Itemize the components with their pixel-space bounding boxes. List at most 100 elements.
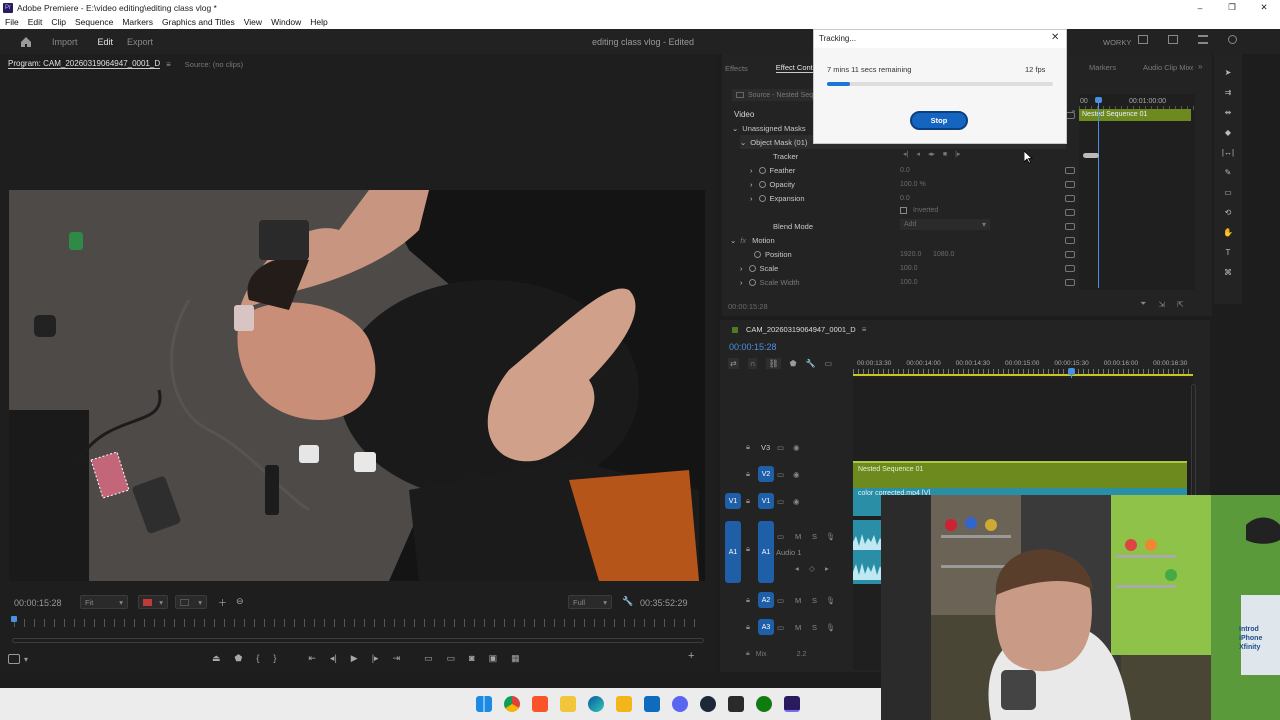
program-scrub-ruler[interactable]	[14, 619, 704, 627]
track-v1-target[interactable]: V1	[758, 493, 774, 509]
blend-mode-dropdown[interactable]: Add ▾	[900, 219, 990, 230]
eye-icon[interactable]: ◉	[793, 497, 800, 506]
scale-value[interactable]: 100.0	[900, 265, 918, 272]
quality-dropdown[interactable]: Full ▾	[568, 595, 612, 609]
insert-icon[interactable]: ▭	[424, 653, 433, 664]
menu-graphics[interactable]: Graphics and Titles	[162, 17, 235, 27]
marker-color-dropdown[interactable]: ▾	[138, 595, 168, 609]
lock-icon[interactable]: 🔒︎	[746, 622, 750, 632]
razor-tool-icon[interactable]: ◆	[1225, 128, 1231, 137]
tab-effects[interactable]: Effects	[725, 64, 748, 73]
workspace-export[interactable]: Export	[127, 37, 153, 47]
marker-icon[interactable]: ⬟	[235, 653, 243, 664]
windows-start-icon[interactable]	[476, 696, 492, 712]
home-icon[interactable]	[20, 36, 32, 48]
premiere-icon[interactable]	[784, 696, 800, 712]
program-timecode[interactable]: 00:00:15:28	[14, 598, 62, 608]
menu-edit[interactable]: Edit	[28, 17, 43, 27]
stopwatch-icon[interactable]	[748, 264, 756, 272]
sync-icon[interactable]: ▭	[777, 532, 784, 541]
panel-icon[interactable]	[1138, 35, 1148, 44]
effect-mini-timeline[interactable]: 00 00:01:00:00 Nested Sequence 01	[1079, 94, 1195, 290]
inverted-option[interactable]: Inverted	[900, 207, 938, 214]
reset-icon[interactable]	[1065, 195, 1075, 202]
reset-icon[interactable]	[1065, 167, 1075, 174]
chevron-down-icon[interactable]: ▾	[24, 655, 28, 664]
expand-icon[interactable]: ›	[740, 278, 743, 287]
track-a3-target[interactable]: A3	[758, 619, 774, 635]
lift-icon[interactable]: ⏏	[212, 653, 221, 664]
work-area-bar[interactable]	[853, 374, 1193, 376]
hand-tool-icon[interactable]: ✋	[1223, 228, 1233, 237]
close-icon[interactable]: ✕	[1051, 32, 1059, 43]
step-forward-icon[interactable]: |▸	[372, 653, 379, 664]
audio1-name[interactable]: Audio 1	[776, 548, 801, 557]
inverted-checkbox[interactable]	[900, 207, 907, 214]
track-a1-target[interactable]: A1	[758, 521, 774, 583]
keyframe-icon[interactable]: ◇	[809, 564, 815, 573]
timeline-ruler[interactable]: 00:00:13:30 00:00:14:00 00:00:14:30 00:0…	[853, 354, 1193, 376]
captions-icon[interactable]: ▭	[825, 359, 833, 368]
reset-icon[interactable]	[1065, 209, 1075, 216]
menu-sequence[interactable]: Sequence	[75, 17, 113, 27]
solo-icon[interactable]: S	[812, 623, 817, 632]
source-v1-patch[interactable]: V1	[725, 493, 741, 509]
nest-icon[interactable]: ⇄	[728, 358, 739, 369]
track-select-tool-icon[interactable]: ⇉	[1225, 88, 1232, 97]
reset-icon[interactable]	[1065, 181, 1075, 188]
reset-icon[interactable]	[1065, 265, 1075, 272]
slip-tool-icon[interactable]: |↔|	[1222, 148, 1234, 157]
program-playhead[interactable]	[11, 616, 17, 622]
menu-window[interactable]: Window	[271, 17, 301, 27]
track-back-frame-icon[interactable]: ◂	[916, 150, 920, 158]
track-v3-label[interactable]: V3	[761, 443, 770, 452]
mute-icon[interactable]: M	[795, 532, 801, 541]
pen-tool-icon[interactable]: ✎	[1225, 168, 1232, 177]
mix-value[interactable]: 2.2	[797, 651, 807, 658]
zoom-scrollbar[interactable]	[12, 638, 704, 643]
opacity-value[interactable]: 100.0 %	[900, 181, 926, 188]
more-tabs-icon[interactable]: »	[1198, 62, 1202, 71]
expand-icon[interactable]: ⌄	[730, 236, 736, 245]
menu-view[interactable]: View	[244, 17, 262, 27]
panel-menu-icon[interactable]: ≡	[166, 60, 171, 69]
panel-menu-icon[interactable]: ≡	[862, 325, 867, 334]
menu-icon[interactable]	[1198, 35, 1208, 44]
mark-in-icon[interactable]: {	[256, 653, 259, 663]
stopwatch-icon[interactable]	[758, 180, 766, 188]
expand-icon[interactable]: ⌄	[732, 124, 738, 133]
row-motion[interactable]: ⌄ fx Motion	[730, 233, 1070, 247]
sync-icon[interactable]: ▭	[777, 497, 784, 506]
menu-file[interactable]: File	[5, 17, 19, 27]
expand-icon[interactable]: ›	[750, 180, 753, 189]
safe-margin-dropdown[interactable]: ▾	[175, 595, 207, 609]
mute-icon[interactable]: M	[795, 623, 801, 632]
expand-icon[interactable]: ›	[740, 264, 743, 273]
mic-icon[interactable]: 🎙︎	[826, 596, 836, 605]
expand-icon[interactable]: ›	[750, 194, 753, 203]
reset-icon[interactable]	[1065, 223, 1075, 230]
workspace-name[interactable]: WORKY	[1103, 38, 1131, 47]
go-to-out-icon[interactable]: ⇥	[393, 653, 401, 664]
audio-waveform-a1[interactable]	[853, 520, 883, 584]
stopwatch-icon[interactable]	[748, 278, 756, 286]
eye-icon[interactable]: ◉	[793, 443, 800, 452]
brave-icon[interactable]	[532, 696, 548, 712]
track-stop-icon[interactable]: ■	[943, 151, 947, 158]
tab-audio-clip-mixer[interactable]: Audio Clip Mixer	[1143, 63, 1193, 72]
next-keyframe-icon[interactable]: ▸	[825, 564, 829, 573]
wrench-icon[interactable]: 🔧	[622, 596, 633, 607]
lock-icon[interactable]: 🔒︎	[746, 442, 750, 452]
filter-icon[interactable]: ⏷	[1140, 299, 1146, 309]
step-back-icon[interactable]: ◂|	[330, 653, 337, 664]
volume-icon[interactable]: ◂	[795, 564, 799, 573]
sync-icon[interactable]: ▭	[777, 443, 784, 452]
lock-icon[interactable]: 🔒︎	[746, 544, 750, 554]
workspace-edit[interactable]: Edit	[98, 37, 114, 47]
selection-tool-icon[interactable]: ➤	[1225, 68, 1232, 77]
expand-icon[interactable]: ›	[750, 166, 753, 175]
solo-icon[interactable]: S	[812, 532, 817, 541]
tracker-keyframe[interactable]	[1083, 153, 1099, 158]
mini-playhead[interactable]	[1098, 98, 1099, 288]
overwrite-icon[interactable]: ▭	[447, 653, 456, 664]
